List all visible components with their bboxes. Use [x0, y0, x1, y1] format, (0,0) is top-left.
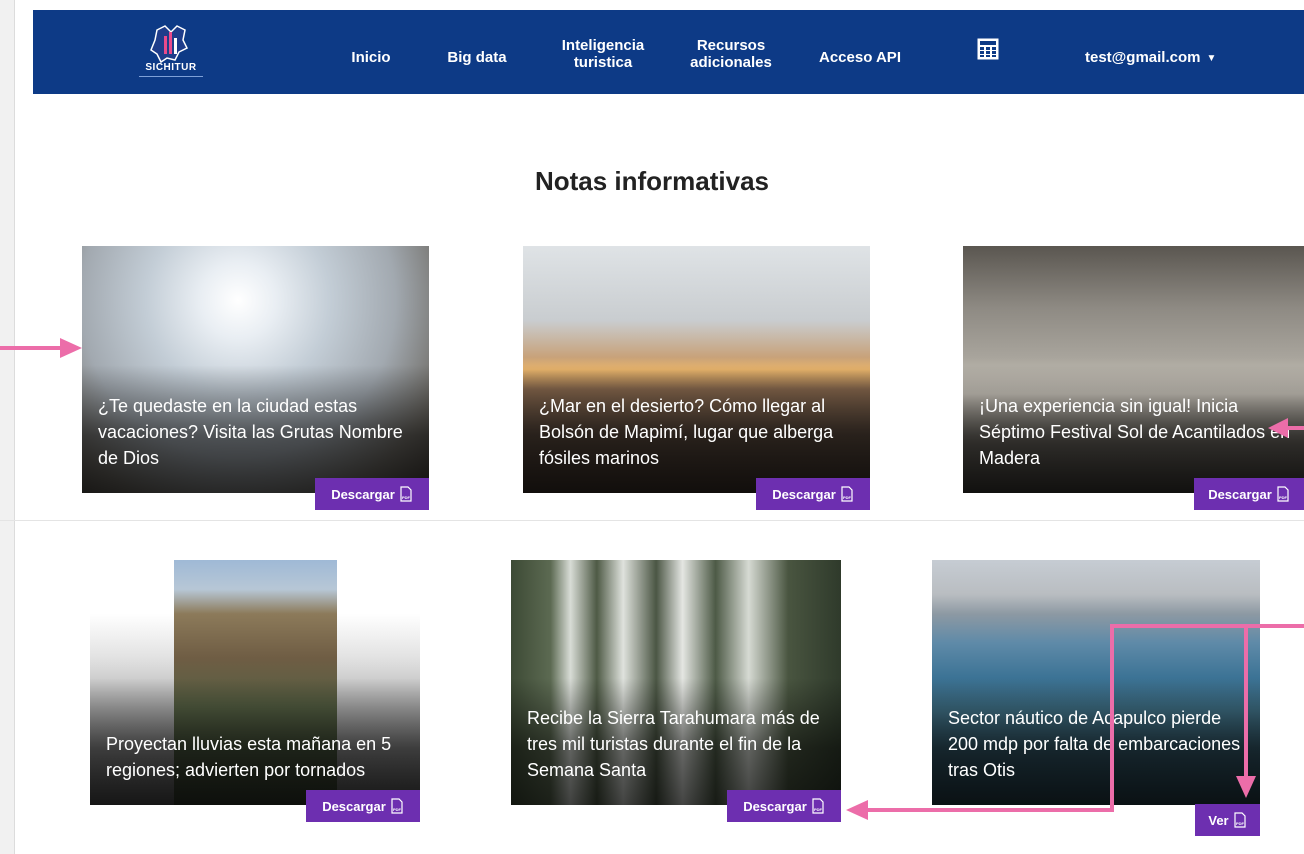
card-caption: ¿Te quedaste en la ciudad estas vacacion… — [98, 396, 403, 468]
card-caption: Sector náutico de Acapulco pierde 200 md… — [948, 708, 1241, 780]
view-label: Ver — [1208, 812, 1229, 828]
arrow-left-icon — [1268, 418, 1288, 438]
nav-big-data[interactable]: Big data — [441, 49, 513, 66]
news-card[interactable]: ¡Una experiencia sin igual! Inicia Sépti… — [963, 246, 1304, 493]
pdf-icon: PDF — [391, 798, 403, 814]
card-caption: Proyectan lluvias esta mañana en 5 regio… — [106, 734, 392, 780]
svg-text:PDF: PDF — [402, 495, 411, 500]
nav-recursos-adicionales[interactable]: Recursos adicionales — [689, 37, 773, 71]
annotation-line — [1110, 624, 1304, 628]
arrow-left-icon — [846, 800, 868, 820]
annotation-line — [1110, 624, 1114, 812]
logo-icon — [150, 25, 189, 64]
svg-text:PDF: PDF — [1279, 495, 1288, 500]
download-button[interactable]: Descargar PDF — [756, 478, 870, 510]
download-label: Descargar — [331, 486, 395, 502]
card-caption: ¡Una experiencia sin igual! Inicia Sépti… — [979, 396, 1291, 468]
nav-acceso-api[interactable]: Acceso API — [817, 49, 903, 66]
download-button[interactable]: Descargar PDF — [1194, 478, 1304, 510]
nav-inicio[interactable]: Inicio — [349, 49, 393, 66]
download-label: Descargar — [772, 486, 836, 502]
download-label: Descargar — [322, 798, 386, 814]
arrow-down-icon — [1236, 776, 1256, 798]
annotation-line — [866, 808, 1114, 812]
news-card[interactable]: Recibe la Sierra Tarahumara más de tres … — [511, 560, 841, 805]
nav-inteligencia-turistica[interactable]: Inteligencia turistica — [561, 37, 645, 71]
card-caption: ¿Mar en el desierto? Cómo llegar al Bols… — [539, 396, 834, 468]
pdf-icon: PDF — [1277, 486, 1289, 502]
svg-text:PDF: PDF — [1236, 821, 1245, 826]
svg-text:PDF: PDF — [843, 495, 852, 500]
logo-subline — [139, 76, 203, 81]
section-divider — [0, 520, 1304, 521]
card-caption: Recibe la Sierra Tarahumara más de tres … — [527, 708, 820, 780]
svg-text:PDF: PDF — [814, 807, 823, 812]
user-email: test@gmail.com — [1085, 49, 1201, 66]
chevron-down-icon: ▼ — [1206, 52, 1217, 64]
news-card[interactable]: ¿Mar en el desierto? Cómo llegar al Bols… — [523, 246, 870, 493]
pdf-icon: PDF — [1234, 812, 1246, 828]
window-edge — [0, 0, 15, 854]
pdf-icon: PDF — [841, 486, 853, 502]
news-card[interactable]: ¿Te quedaste en la ciudad estas vacacion… — [82, 246, 429, 493]
annotation-arrow-shaft — [0, 346, 62, 350]
download-label: Descargar — [1208, 486, 1272, 502]
pdf-icon: PDF — [812, 798, 824, 814]
download-label: Descargar — [743, 798, 807, 814]
site-logo[interactable]: SICHITUR — [135, 24, 207, 90]
download-button[interactable]: Descargar PDF — [315, 478, 429, 510]
user-menu[interactable]: test@gmail.com ▼ — [1085, 49, 1216, 66]
annotation-line — [1244, 624, 1248, 780]
arrow-right-icon — [60, 338, 82, 358]
news-card[interactable]: Proyectan lluvias esta mañana en 5 regio… — [90, 560, 420, 805]
svg-text:PDF: PDF — [393, 807, 402, 812]
view-button[interactable]: Ver PDF — [1195, 804, 1260, 836]
annotation-arrow-shaft — [1286, 426, 1304, 430]
logo-text: SICHITUR — [145, 62, 197, 73]
news-card[interactable]: Sector náutico de Acapulco pierde 200 md… — [932, 560, 1260, 805]
calendar-icon[interactable] — [977, 38, 999, 60]
pdf-icon: PDF — [400, 486, 412, 502]
download-button[interactable]: Descargar PDF — [727, 790, 841, 822]
top-navbar: SICHITUR Inicio Big data Inteligencia tu… — [33, 10, 1304, 94]
page-title: Notas informativas — [534, 166, 770, 196]
download-button[interactable]: Descargar PDF — [306, 790, 420, 822]
